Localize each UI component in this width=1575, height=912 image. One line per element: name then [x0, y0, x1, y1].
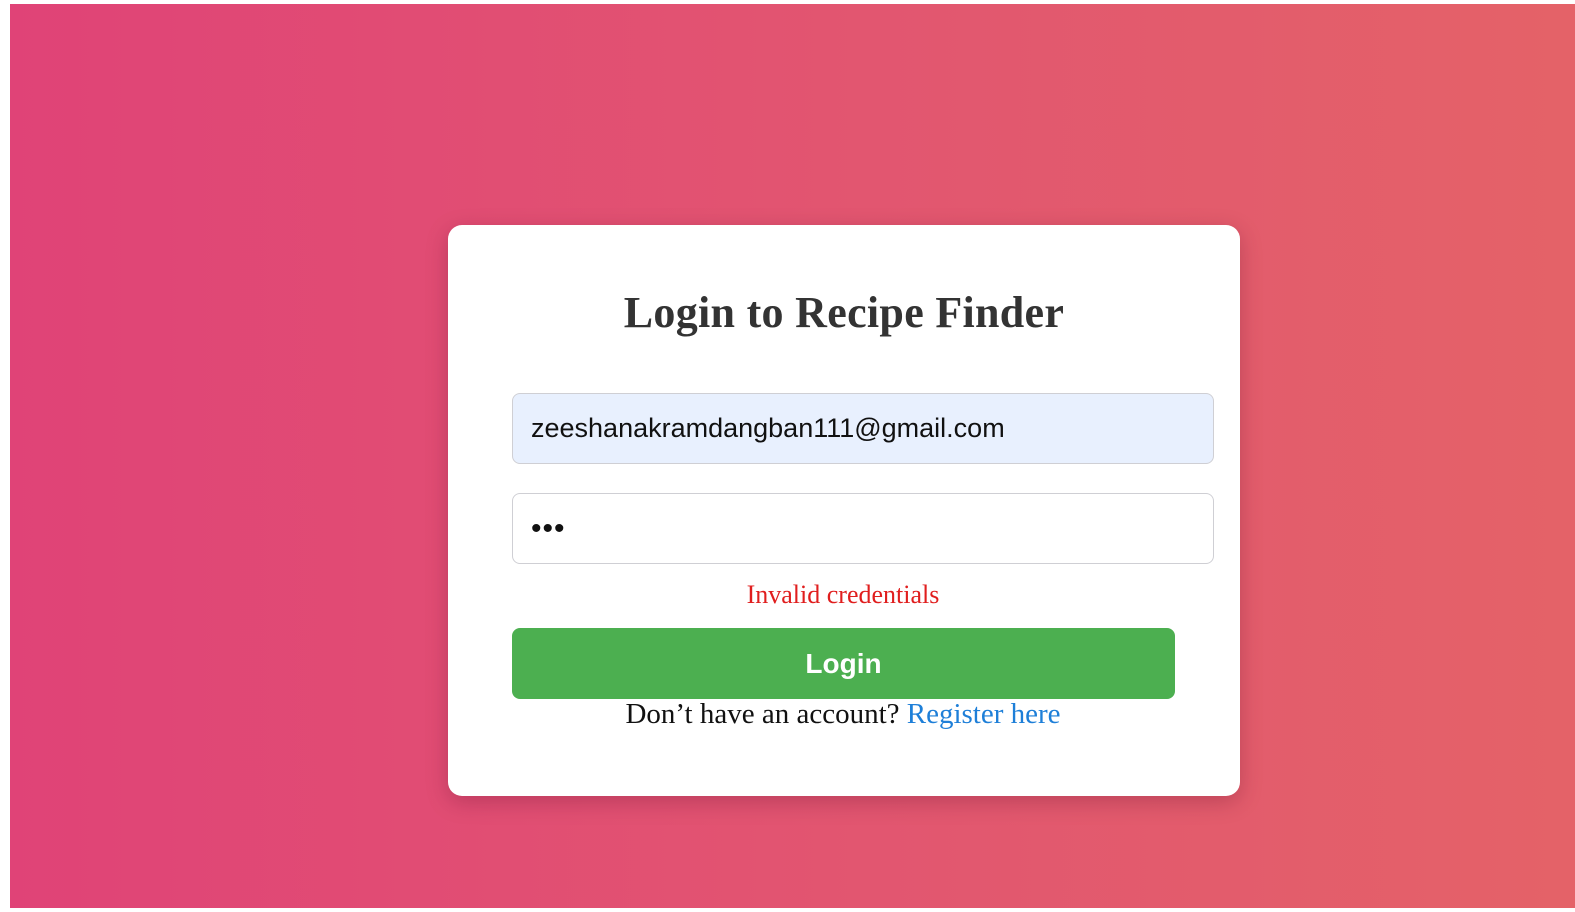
login-card: Login to Recipe Finder Invalid credentia…	[448, 225, 1240, 796]
register-prompt-text: Don’t have an account?	[625, 698, 900, 730]
error-message: Invalid credentials	[746, 580, 940, 609]
password-field[interactable]	[512, 493, 1214, 564]
login-button[interactable]: Login	[512, 628, 1175, 699]
register-link[interactable]: Register here	[907, 698, 1061, 730]
email-field[interactable]	[512, 393, 1214, 464]
page-background: Login to Recipe Finder Invalid credentia…	[10, 4, 1575, 908]
register-prompt-line: Don’t have an account? Register here	[448, 698, 1238, 731]
page-title: Login to Recipe Finder	[623, 288, 1065, 337]
